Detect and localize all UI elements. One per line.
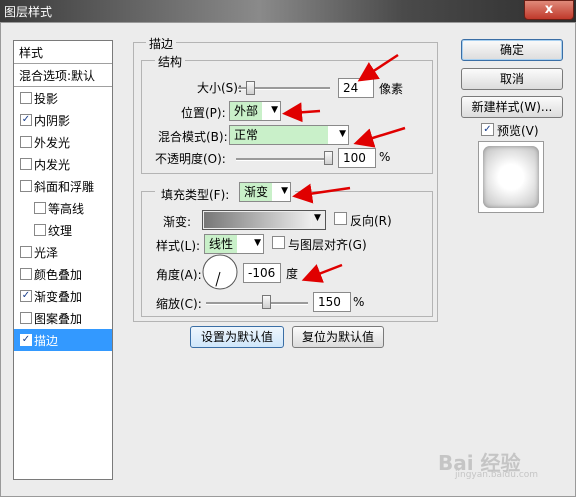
red-arrow-position [282, 102, 321, 123]
red-arrow-size [357, 53, 399, 82]
red-arrow-blend-mode [353, 126, 406, 148]
red-arrow-fill-type [292, 183, 351, 204]
red-arrow-angle [301, 263, 343, 283]
annotation-overlay [282, 53, 406, 283]
